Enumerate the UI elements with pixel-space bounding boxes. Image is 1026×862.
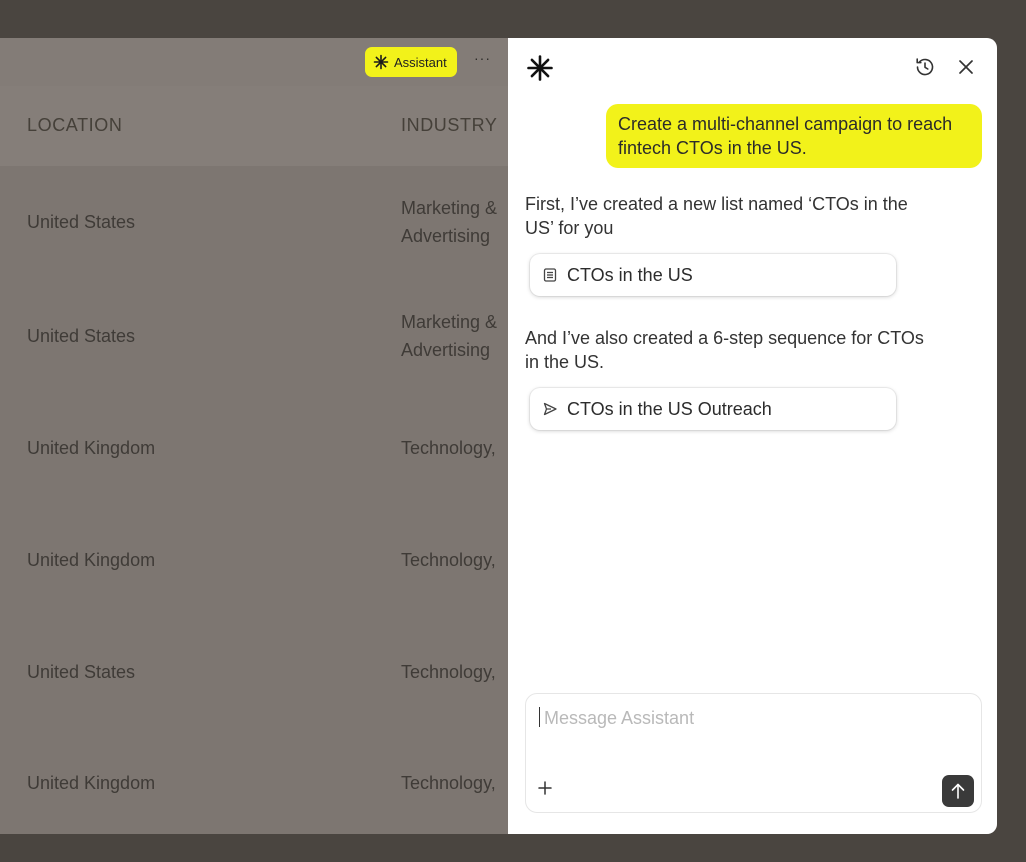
sequence-chip-label: CTOs in the US Outreach bbox=[567, 398, 772, 419]
table-row[interactable]: United States Technology, bbox=[0, 614, 510, 726]
industry-cell: Technology, bbox=[401, 662, 496, 682]
table-row[interactable]: United States Marketing & Advertising bbox=[0, 278, 510, 390]
table-row[interactable]: United Kingdom Technology, bbox=[0, 726, 510, 834]
location-cell: United States bbox=[27, 212, 136, 232]
list-icon bbox=[543, 268, 557, 282]
column-header-industry[interactable]: INDUSTRY bbox=[401, 115, 497, 136]
sparkle-icon bbox=[373, 54, 389, 70]
send-arrow-icon bbox=[543, 402, 557, 416]
table-header: LOCATION INDUSTRY bbox=[0, 86, 510, 166]
location-cell: United States bbox=[27, 326, 136, 346]
plus-icon[interactable] bbox=[536, 779, 554, 797]
assistant-reply-text: First, I’ve created a new list named ‘CT… bbox=[525, 194, 908, 238]
assistant-panel: Create a multi-channel campaign to reach… bbox=[508, 38, 997, 834]
industry-cell: Marketing & Advertising bbox=[401, 198, 498, 246]
more-icon[interactable]: ··· bbox=[474, 50, 491, 66]
assistant-button-label: Assistant bbox=[394, 54, 447, 70]
user-message-bubble: Create a multi-channel campaign to reach… bbox=[606, 104, 982, 168]
assistant-reply-text: And I’ve also created a 6-step sequence … bbox=[525, 328, 924, 372]
text-caret bbox=[539, 707, 540, 727]
location-cell: United Kingdom bbox=[27, 773, 156, 793]
logo-sparkle-icon bbox=[527, 55, 553, 81]
industry-cell: Technology, bbox=[401, 773, 496, 793]
send-button[interactable] bbox=[942, 775, 974, 807]
list-chip[interactable]: CTOs in the US bbox=[530, 254, 896, 296]
location-cell: United States bbox=[27, 662, 136, 682]
industry-cell: Marketing & Advertising bbox=[401, 312, 498, 360]
message-input[interactable] bbox=[544, 704, 944, 732]
list-chip-label: CTOs in the US bbox=[567, 264, 693, 285]
table-row[interactable]: United States Marketing & Advertising bbox=[0, 166, 510, 278]
history-icon[interactable] bbox=[914, 56, 936, 78]
table-row[interactable]: United Kingdom Technology, bbox=[0, 502, 510, 614]
message-composer bbox=[525, 693, 982, 813]
column-header-location[interactable]: LOCATION bbox=[27, 115, 122, 136]
assistant-button[interactable]: Assistant bbox=[365, 47, 457, 77]
sequence-chip[interactable]: CTOs in the US Outreach bbox=[530, 388, 896, 430]
location-cell: United Kingdom bbox=[27, 550, 156, 570]
industry-cell: Technology, bbox=[401, 438, 496, 458]
app-toolbar: Assistant ··· bbox=[0, 38, 510, 86]
close-icon[interactable] bbox=[956, 57, 976, 77]
table-row[interactable]: United Kingdom Technology, bbox=[0, 390, 510, 502]
location-cell: United Kingdom bbox=[27, 438, 156, 458]
industry-cell: Technology, bbox=[401, 550, 496, 570]
arrow-up-icon bbox=[951, 783, 965, 799]
